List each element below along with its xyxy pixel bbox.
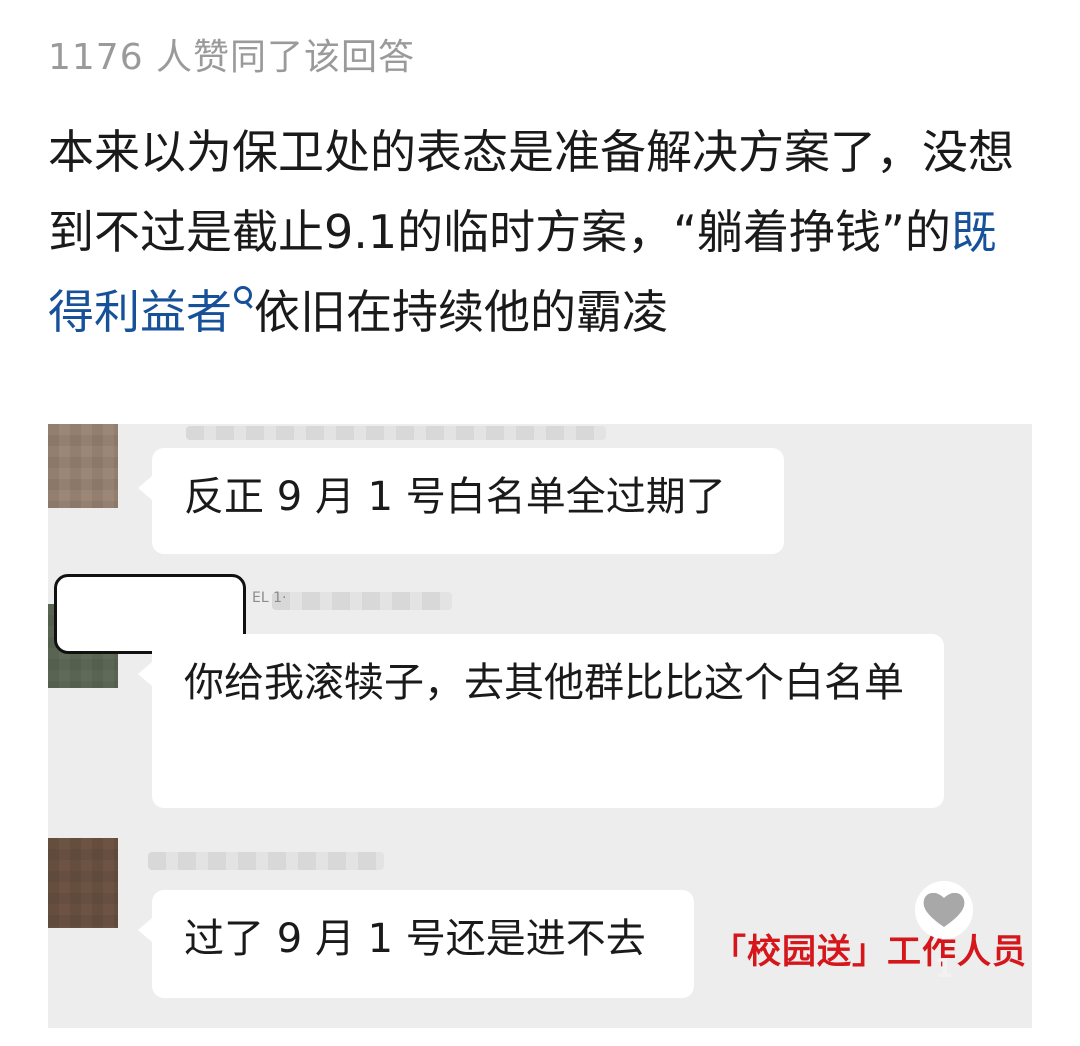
chat-screenshot: 反正 9 月 1 号白名单全过期了 EL 1· 你给我滚犊子，去其他群比比这个白… — [48, 424, 1032, 1028]
heart-icon — [915, 881, 973, 939]
likes-count: 1176 人赞同了该回答 — [48, 37, 416, 78]
blurred-nickname — [148, 852, 384, 870]
avatar — [48, 424, 118, 508]
like-button[interactable]: 1 — [914, 880, 974, 984]
message-text: 过了 9 月 1 号还是进不去 — [184, 916, 646, 962]
search-icon — [232, 286, 254, 316]
chat-bubble: 过了 9 月 1 号还是进不去 — [138, 890, 694, 998]
message-text: 反正 9 月 1 号白名单全过期了 — [184, 474, 726, 520]
answer-text: 本来以为保卫处的表态是准备解决方案了，没想到不过是截止9.1的临时方案，“躺着挣… — [48, 112, 1038, 352]
like-count: 1 — [934, 954, 954, 984]
avatar — [48, 838, 118, 928]
message-text: 你给我滚犊子，去其他群比比这个白名单 — [184, 660, 904, 706]
blurred-nickname — [186, 426, 606, 440]
answer-text-part: 依旧在持续他的霸凌 — [254, 285, 668, 339]
watermark-label: 「校园送」工作人员 — [712, 932, 1027, 972]
chat-bubble: 反正 9 月 1 号白名单全过期了 — [138, 448, 784, 554]
nickname-fragment: EL 1· — [252, 590, 287, 606]
blurred-nickname: EL 1· — [252, 590, 452, 610]
chat-bubble: 你给我滚犊子，去其他群比比这个白名单 — [138, 634, 944, 808]
answer-text-part: 本来以为保卫处的表态是准备解决方案了，没想到不过是截止9.1的临时方案，“躺着挣… — [48, 125, 1014, 259]
